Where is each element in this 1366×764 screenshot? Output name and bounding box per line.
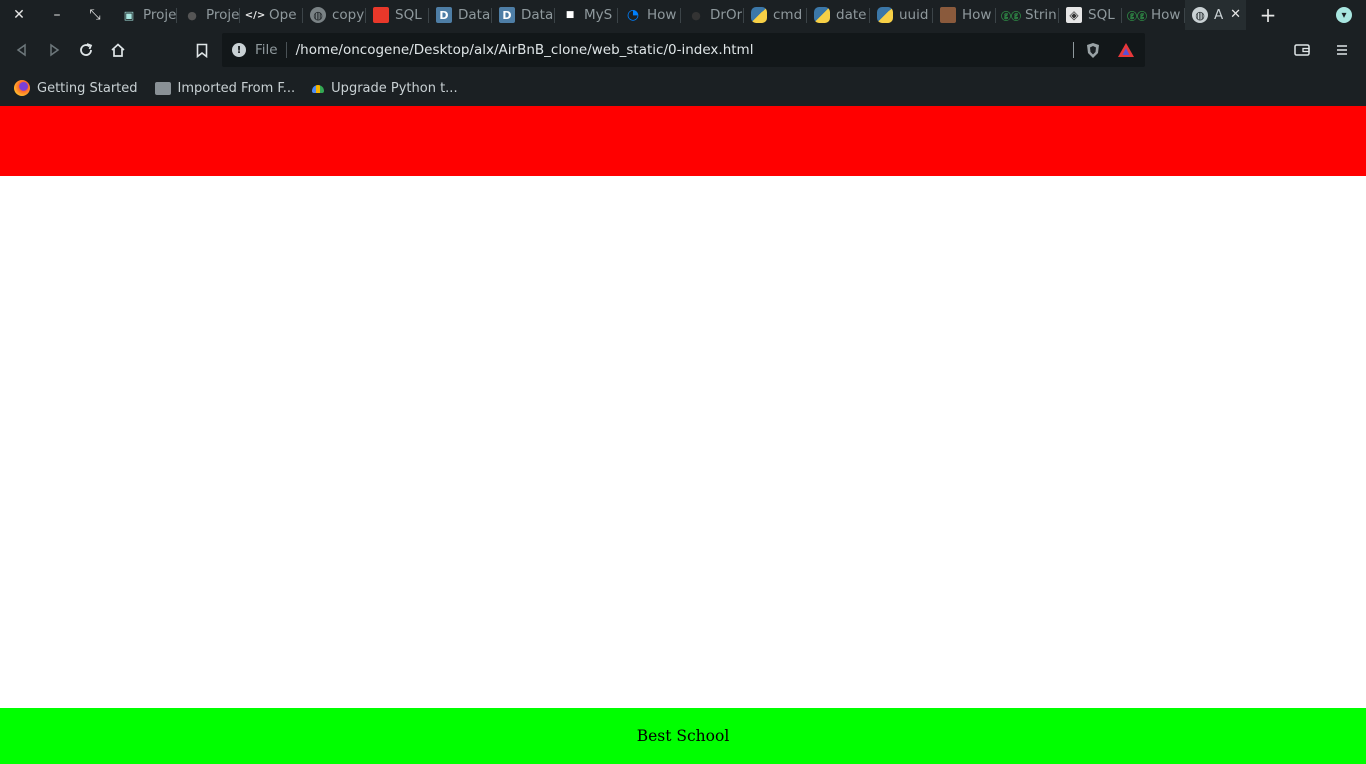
back-icon	[16, 43, 26, 57]
tab-strip: ✕ – ⤡ ▣ Proje ● Proje </> Ope ◍ copy SQL	[0, 0, 1366, 30]
reload-icon	[80, 43, 93, 56]
python-icon	[877, 7, 893, 23]
main-menu-button[interactable]	[1326, 34, 1358, 66]
globe-icon: ◍	[1192, 7, 1208, 23]
footer-text: Best School	[636, 727, 730, 745]
square-icon: ■	[565, 10, 575, 20]
sql-icon	[373, 7, 389, 23]
brave-shields-icon[interactable]	[1085, 42, 1101, 59]
python-icon	[814, 7, 830, 23]
page-footer: Best School	[0, 708, 1366, 764]
sql-diamond-icon: ◈	[1066, 7, 1082, 23]
d-icon: D	[436, 7, 452, 23]
new-tab-button[interactable]: +	[1248, 0, 1288, 30]
d-icon: D	[499, 7, 515, 23]
tab[interactable]: ■ MyS	[555, 0, 618, 30]
tabs: ▣ Proje ● Proje </> Ope ◍ copy SQL D Dat…	[114, 0, 1246, 30]
tab-label: How	[647, 7, 677, 23]
bookmark-upgrade-python[interactable]: Upgrade Python t...	[312, 80, 458, 96]
tab[interactable]: SQL	[366, 0, 429, 30]
hamburger-menu-icon	[1337, 45, 1347, 55]
geeks-icon: ⓖⓖ	[1001, 11, 1021, 23]
tab[interactable]: cmd	[744, 0, 807, 30]
tab[interactable]: ● DrOr	[681, 0, 744, 30]
tab[interactable]: ◔ How	[618, 0, 681, 30]
close-tab-icon[interactable]: ✕	[1230, 7, 1241, 22]
code-icon: </>	[244, 9, 266, 21]
tab-label: SQL	[1088, 7, 1115, 23]
tab[interactable]: ◍ copy	[303, 0, 366, 30]
web-page: Best School	[0, 106, 1366, 764]
bookmarks-bar: Getting Started Imported From F... Upgra…	[0, 70, 1366, 106]
github-icon: ●	[187, 8, 197, 22]
tab-label: cmd	[773, 7, 803, 23]
close-window-icon[interactable]: ✕	[0, 0, 38, 30]
bookmark-folder-imported[interactable]: Imported From F...	[154, 80, 296, 96]
tab[interactable]: D Data	[492, 0, 555, 30]
tab-label: How	[962, 7, 992, 23]
reload-button[interactable]	[70, 34, 102, 66]
bookmark-getting-started[interactable]: Getting Started	[14, 80, 138, 96]
back-button[interactable]	[6, 34, 38, 66]
address-bar[interactable]: ! File /home/oncogene/Desktop/alx/AirBnB…	[222, 33, 1145, 67]
navigation-bar: ! File /home/oncogene/Desktop/alx/AirBnB…	[0, 30, 1366, 70]
page-header	[0, 106, 1366, 176]
address-divider	[1073, 42, 1074, 58]
cloud-icon	[312, 85, 325, 93]
tab-label: uuid	[899, 7, 929, 23]
tab[interactable]: uuid	[870, 0, 933, 30]
bookmark-icon	[196, 43, 208, 58]
tab-label: A	[1214, 7, 1224, 23]
tab-label: How	[1151, 7, 1181, 23]
url-scheme: File	[255, 42, 287, 58]
firefox-icon	[14, 80, 30, 96]
forward-icon	[50, 43, 60, 57]
brave-rewards-icon[interactable]	[1117, 42, 1135, 58]
folder-icon	[154, 81, 171, 95]
tab-label: MyS	[584, 7, 613, 23]
tab-label: copy	[332, 7, 365, 23]
bookmark-label: Imported From F...	[177, 80, 296, 96]
tab[interactable]: ⓖⓖ Strin	[996, 0, 1059, 30]
minimize-window-icon[interactable]: –	[38, 0, 76, 30]
digitalocean-icon: ◔	[626, 7, 640, 23]
forward-button[interactable]	[38, 34, 70, 66]
tab-label: Data	[521, 7, 554, 23]
tab[interactable]: ▣ Proje	[114, 0, 177, 30]
tab[interactable]: D Data	[429, 0, 492, 30]
browser-chrome: ✕ – ⤡ ▣ Proje ● Proje </> Ope ◍ copy SQL	[0, 0, 1366, 106]
tab-label: Ope	[269, 7, 297, 23]
tab-active[interactable]: ◍ A ✕	[1185, 0, 1246, 30]
tab-label: SQL	[395, 7, 422, 23]
python-icon	[751, 7, 767, 23]
bookmark-label: Getting Started	[37, 80, 138, 96]
geeks-icon: ⓖⓖ	[1127, 11, 1147, 23]
restore-window-icon[interactable]: ⤡	[76, 0, 114, 30]
tab[interactable]: ● Proje	[177, 0, 240, 30]
people-icon	[940, 7, 956, 23]
tab-label: Strin	[1025, 7, 1057, 23]
tab[interactable]: date	[807, 0, 870, 30]
tab-list-menu-icon[interactable]: ▾	[1336, 7, 1352, 23]
tab[interactable]: ⓖⓖ How	[1122, 0, 1185, 30]
tab-label: date	[836, 7, 867, 23]
globe-icon: ◍	[310, 7, 326, 23]
home-icon	[111, 43, 125, 57]
folder-icon: ▣	[123, 8, 135, 22]
wallet-icon	[1294, 44, 1310, 56]
bookmark-label: Upgrade Python t...	[331, 80, 458, 96]
url-text[interactable]: /home/oncogene/Desktop/alx/AirBnB_clone/…	[296, 42, 754, 58]
site-info-icon[interactable]: !	[232, 43, 246, 57]
tab-label: Proje	[143, 7, 177, 23]
tab[interactable]: </> Ope	[240, 0, 303, 30]
tab[interactable]: How	[933, 0, 996, 30]
tab-label: Proje	[206, 7, 240, 23]
bookmark-button[interactable]	[186, 34, 218, 66]
wallet-button[interactable]	[1286, 34, 1318, 66]
circle-icon: ●	[691, 8, 701, 22]
tab-label: Data	[458, 7, 491, 23]
tab-label: DrOr	[710, 7, 743, 23]
tab[interactable]: ◈ SQL	[1059, 0, 1122, 30]
home-button[interactable]	[102, 34, 134, 66]
